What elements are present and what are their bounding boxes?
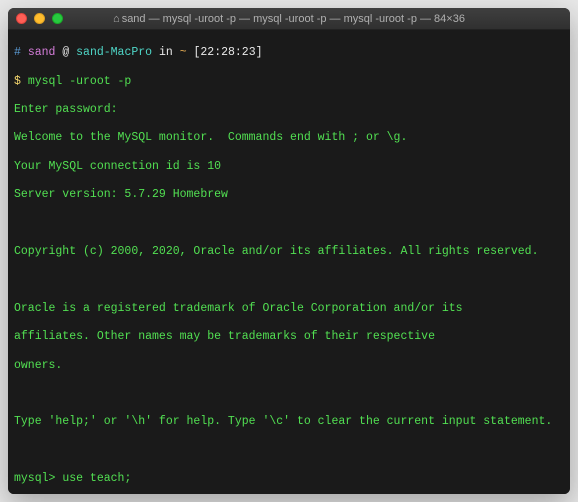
maximize-icon[interactable] <box>52 13 63 24</box>
typed-command: use teach; <box>62 472 131 485</box>
prompt-user: sand <box>28 46 56 59</box>
mysql-prompt: mysql> <box>14 472 55 485</box>
output-line <box>14 217 564 231</box>
traffic-lights <box>16 13 63 24</box>
minimize-icon[interactable] <box>34 13 45 24</box>
mysql-command-line: mysql> use teach; <box>14 472 564 486</box>
prompt-in: in <box>159 46 173 59</box>
output-line: Oracle is a registered trademark of Orac… <box>14 302 564 316</box>
output-line: Welcome to the MySQL monitor. Commands e… <box>14 131 564 145</box>
prompt-hash: # <box>14 46 21 59</box>
output-line: Enter password: <box>14 103 564 117</box>
shell-command-line: $ mysql -uroot -p <box>14 75 564 89</box>
window-title-text: sand — mysql -uroot -p — mysql -uroot -p… <box>122 13 465 25</box>
prompt-at: @ <box>62 46 69 59</box>
prompt-time: [22:28:23] <box>194 46 263 59</box>
close-icon[interactable] <box>16 13 27 24</box>
prompt-host: sand-MacPro <box>76 46 152 59</box>
prompt-path: ~ <box>180 46 187 59</box>
output-line: owners. <box>14 359 564 373</box>
window-title: ⌂sand — mysql -uroot -p — mysql -uroot -… <box>16 13 562 25</box>
output-line: Type 'help;' or '\h' for help. Type '\c'… <box>14 415 564 429</box>
output-line <box>14 273 564 287</box>
titlebar[interactable]: ⌂sand — mysql -uroot -p — mysql -uroot -… <box>8 8 570 30</box>
terminal-window: ⌂sand — mysql -uroot -p — mysql -uroot -… <box>8 8 570 494</box>
prompt-dollar: $ <box>14 75 21 88</box>
shell-prompt-line: # sand @ sand-MacPro in ~ [22:28:23] <box>14 46 564 60</box>
output-line: Server version: 5.7.29 Homebrew <box>14 188 564 202</box>
output-line: Copyright (c) 2000, 2020, Oracle and/or … <box>14 245 564 259</box>
terminal-body[interactable]: # sand @ sand-MacPro in ~ [22:28:23] $ m… <box>8 30 570 494</box>
output-line <box>14 444 564 458</box>
output-line: affiliates. Other names may be trademark… <box>14 330 564 344</box>
home-icon: ⌂ <box>113 13 120 25</box>
output-line: Your MySQL connection id is 10 <box>14 160 564 174</box>
output-line <box>14 387 564 401</box>
typed-command: mysql -uroot -p <box>28 75 132 88</box>
